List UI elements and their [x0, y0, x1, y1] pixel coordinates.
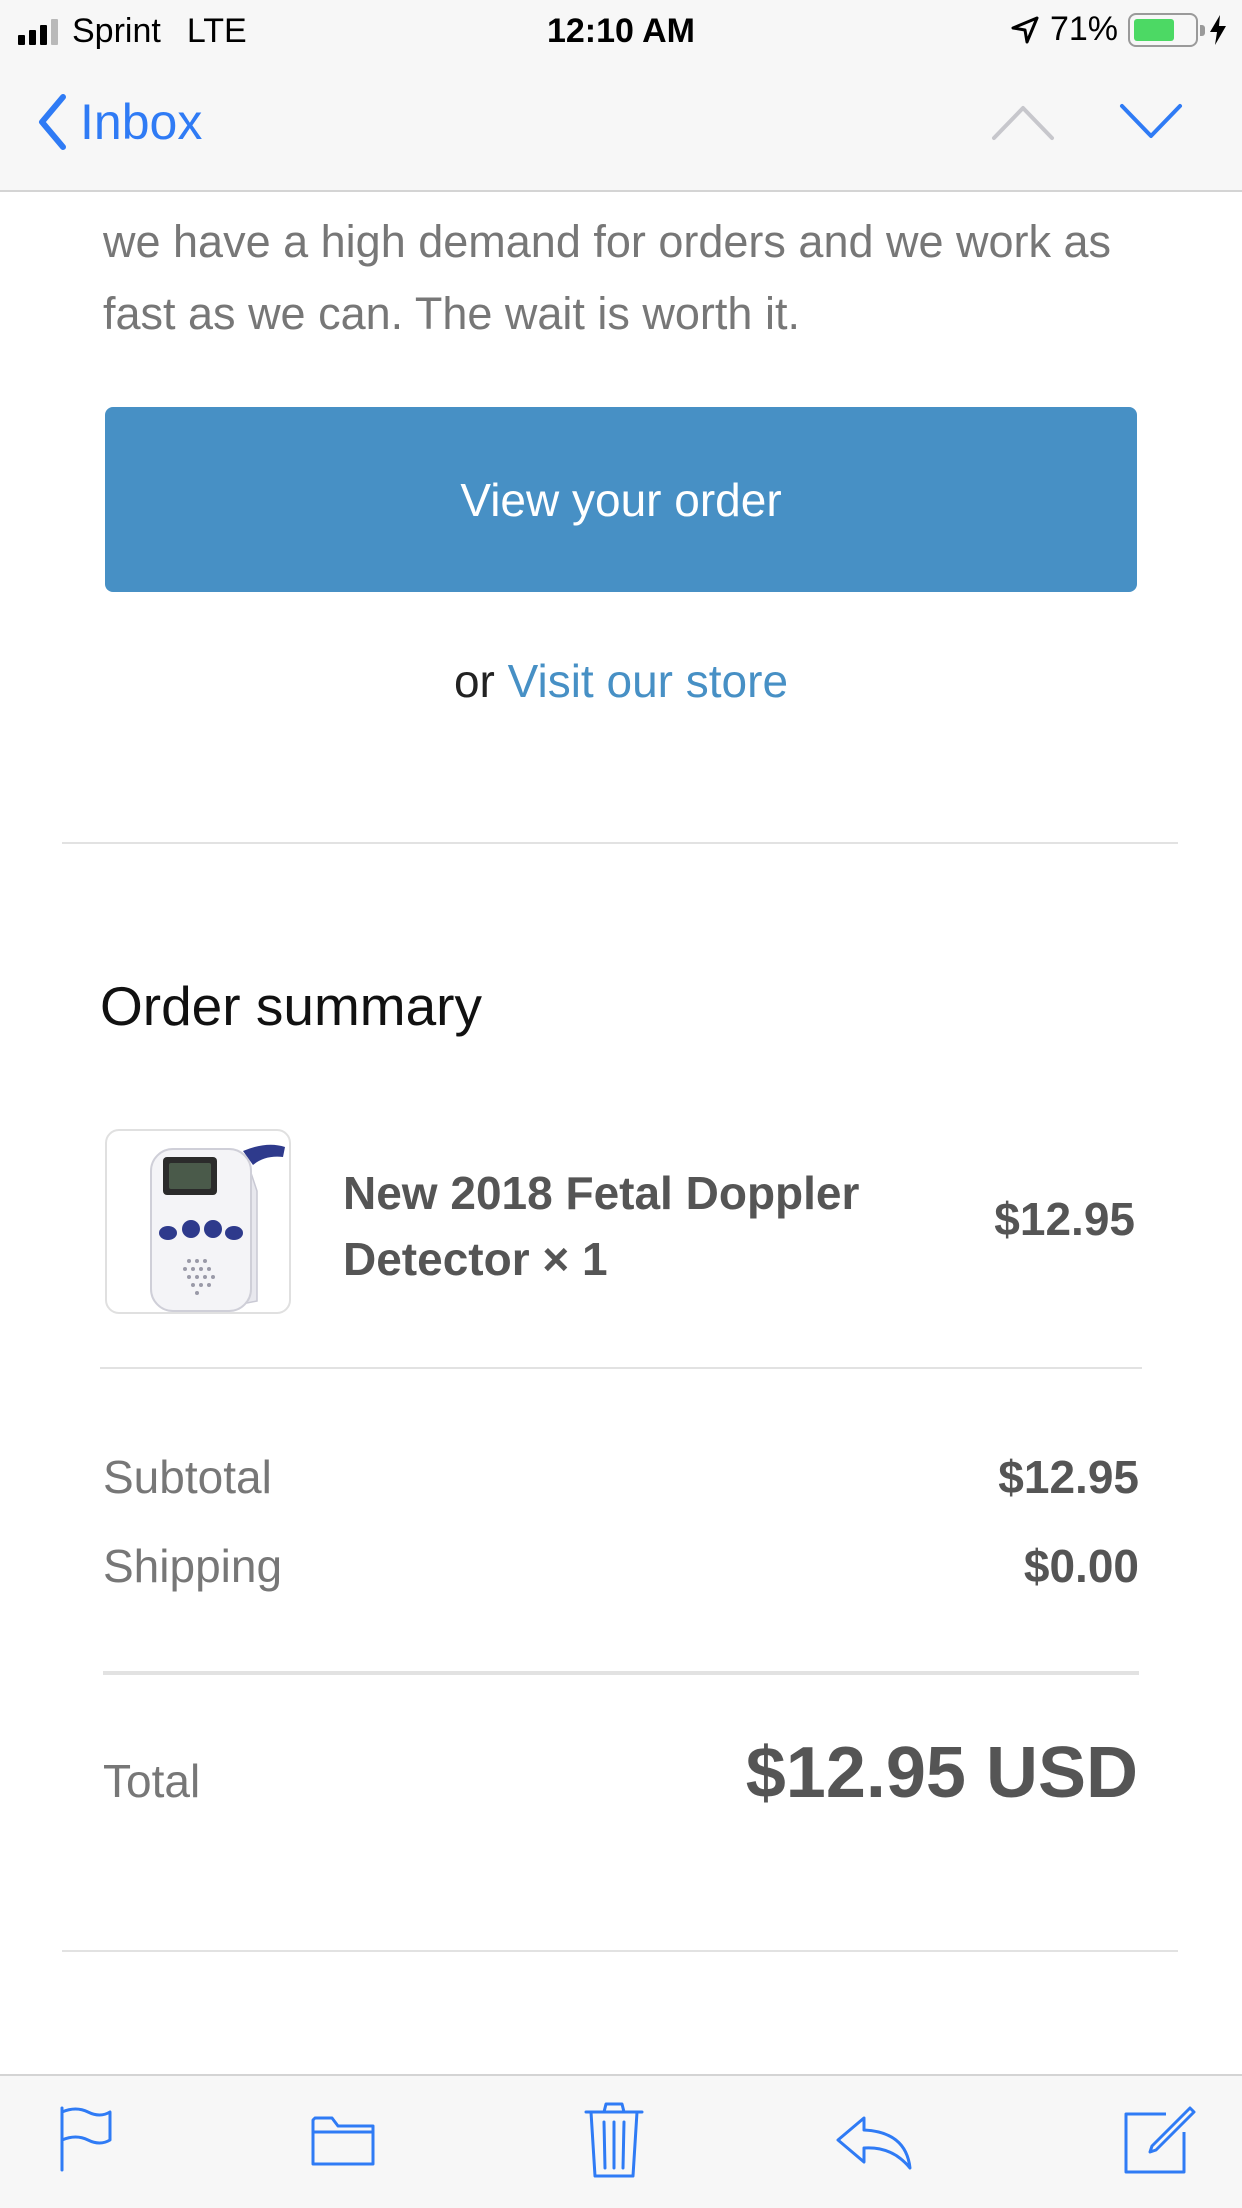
alt-prefix: or — [453, 655, 495, 707]
location-arrow-icon — [1011, 16, 1039, 43]
intro-text: we have a high demand for orders and we … — [103, 216, 1112, 339]
subtotal-value: $12.95 — [998, 1451, 1139, 1503]
visit-store-row: or Visit our store — [0, 654, 1242, 708]
items-divider — [100, 1367, 1142, 1369]
mail-toolbar — [0, 2074, 1242, 2208]
total-label: Total — [103, 1755, 201, 1807]
product-price: $12.95 — [994, 1193, 1135, 1245]
next-message-button[interactable] — [1118, 102, 1184, 147]
trash-icon — [584, 2102, 644, 2178]
product-image — [105, 1129, 291, 1314]
reply-button[interactable] — [834, 2112, 914, 2177]
subtotal-label: Subtotal — [103, 1451, 272, 1503]
footer-divider — [62, 1950, 1178, 1952]
battery-icon — [1128, 12, 1205, 47]
section-divider — [62, 842, 1178, 844]
mail-nav-bar: Inbox — [0, 62, 1242, 192]
total-value: $12.95 USD — [745, 1733, 1138, 1813]
view-order-button[interactable]: View your order — [105, 407, 1137, 592]
battery-percent: 71% — [1049, 10, 1118, 48]
back-label: Inbox — [80, 94, 203, 150]
reply-icon — [836, 2116, 912, 2170]
compose-icon — [1124, 2106, 1196, 2174]
email-body: we have a high demand for orders and we … — [0, 192, 1242, 2074]
chevron-left-icon — [39, 94, 66, 150]
shipping-value: $0.00 — [1023, 1540, 1139, 1592]
previous-message-button[interactable] — [990, 102, 1056, 147]
back-to-inbox-button[interactable]: Inbox — [36, 92, 202, 152]
compose-button[interactable] — [1122, 2100, 1198, 2181]
move-to-folder-button[interactable] — [310, 2112, 376, 2173]
shipping-label: Shipping — [103, 1540, 283, 1592]
folder-icon — [311, 2116, 375, 2166]
status-bar: Sprint LTE 12:10 AM 71% — [0, 0, 1242, 62]
chevron-down-icon — [1120, 104, 1182, 138]
flag-icon — [60, 2106, 112, 2172]
battery-level-fill — [1134, 18, 1174, 41]
charging-bolt-icon — [1210, 14, 1226, 45]
order-summary-title: Order summary — [100, 975, 482, 1037]
status-right: 71% — [1010, 10, 1228, 49]
fetal-doppler-image — [150, 1144, 285, 1312]
chevron-up-icon — [992, 106, 1054, 140]
mail-screen: Sprint LTE 12:10 AM 71% Inbox we have a … — [0, 0, 1242, 2208]
totals-divider — [103, 1671, 1139, 1675]
delete-button[interactable] — [584, 2100, 644, 2185]
visit-store-link[interactable]: Visit our store — [508, 655, 788, 707]
product-name: New 2018 Fetal Doppler Detector × 1 — [343, 1167, 860, 1285]
flag-button[interactable] — [56, 2104, 116, 2179]
